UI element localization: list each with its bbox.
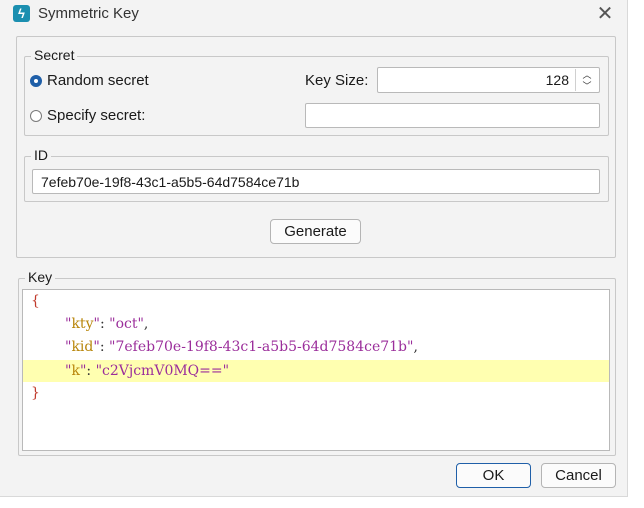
code-line-kty: "kty": "oct", [65,316,149,332]
key-size-label: Key Size: [305,72,369,89]
random-secret-radio[interactable] [30,74,42,87]
code-line-kid: "kid": "7efeb70e-19f8-43c1-a5b5-64d7584c… [65,339,418,355]
json-key-kid: kid [71,339,94,355]
key-size-value: 128 [545,72,569,88]
random-secret-label: Random secret [47,72,149,89]
generate-button[interactable]: Generate [270,219,361,244]
json-value-k: c2VjcmV0MQ== [102,363,223,379]
ok-button[interactable]: OK [456,463,531,488]
code-line-k: "k": "c2VjcmV0MQ==" [23,360,609,382]
json-key-kty: kty [71,316,94,332]
key-json-editor[interactable]: { "kty": "oct", "kid": "7efeb70e-19f8-43… [22,289,610,451]
specify-secret-radio[interactable] [30,109,42,122]
symmetric-key-dialog: ϟ Symmetric Key ✕ Secret Random secret K… [0,0,628,497]
specify-secret-option[interactable]: Specify secret: [30,107,145,124]
title-bar: ϟ Symmetric Key ✕ [0,0,627,30]
spin-arrows[interactable]: ︿ ﹀ [575,69,598,91]
code-line-open: { [23,290,609,312]
json-value-kty: oct [115,316,138,332]
code-line-close: } [23,382,609,404]
random-secret-option[interactable]: Random secret [30,72,149,89]
specify-secret-input[interactable] [305,103,600,128]
close-brace: } [31,385,40,401]
id-input[interactable]: 7efeb70e-19f8-43c1-a5b5-64d7584ce71b [32,169,600,194]
secret-legend: Secret [31,47,78,63]
json-key-k: k [71,363,80,379]
app-lightning-icon: ϟ [13,5,30,22]
key-legend: Key [25,269,56,285]
open-brace: { [31,293,40,309]
id-legend: ID [31,147,51,163]
specify-secret-label: Specify secret: [47,107,146,124]
json-value-kid: 7efeb70e-19f8-43c1-a5b5-64d7584ce71b [115,339,408,355]
cancel-button[interactable]: Cancel [541,463,616,488]
chevron-down-icon[interactable]: ﹀ [576,82,598,91]
window-title: Symmetric Key [38,5,139,22]
chevron-up-icon[interactable]: ︿ [576,71,598,80]
close-icon[interactable]: ✕ [595,3,615,25]
key-size-spinbox[interactable]: 128 ︿ ﹀ [377,67,600,93]
